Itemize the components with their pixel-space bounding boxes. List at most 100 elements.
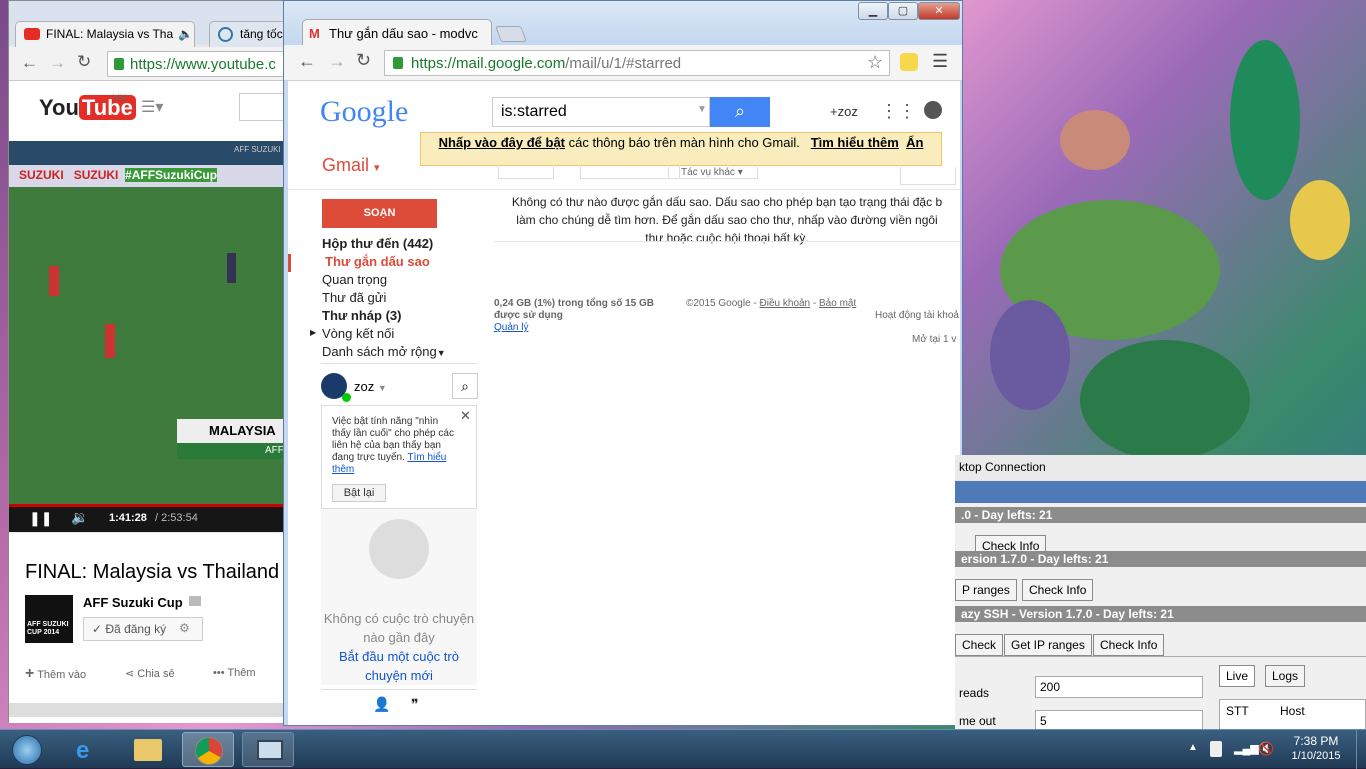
- check-tab[interactable]: Check: [955, 634, 1004, 656]
- logs-tab[interactable]: Logs: [1265, 665, 1306, 687]
- ssh-tool-window[interactable]: ktop Connection .0 - Day lefts: 21 Check…: [955, 455, 1366, 730]
- new-tab-button[interactable]: [495, 26, 527, 42]
- start-button[interactable]: [0, 732, 54, 767]
- footer-links: ©2015 Google - Điều khoản - Bảo mật: [686, 298, 857, 309]
- forward-icon[interactable]: →: [49, 53, 66, 73]
- check-info-tab[interactable]: Check Info: [1022, 579, 1094, 601]
- title-bar: [955, 481, 1366, 503]
- version-bar: ersion 1.7.0 - Day lefts: 21: [955, 551, 1366, 567]
- star-bookmark-icon[interactable]: ☆: [867, 52, 883, 73]
- quote-icon[interactable]: ❞: [411, 696, 419, 713]
- column-header[interactable]: STT: [1226, 704, 1249, 718]
- show-hidden-icons[interactable]: ▲: [1188, 742, 1198, 753]
- clock-date[interactable]: 1/10/2015: [1284, 750, 1348, 762]
- notifications-bell-icon[interactable]: [924, 101, 942, 119]
- reload-icon[interactable]: ↻: [356, 50, 371, 71]
- hide-link[interactable]: Ẩn: [906, 135, 923, 150]
- nav-more[interactable]: Danh sách mở rộng▼: [288, 344, 488, 362]
- taskbar-chrome[interactable]: [182, 732, 234, 767]
- settings-icon[interactable]: ⚙: [179, 621, 190, 635]
- taskbar-explorer[interactable]: [122, 732, 174, 767]
- nav-important[interactable]: Quan trọng: [288, 272, 488, 290]
- more-button[interactable]: ••• Thêm: [213, 667, 256, 679]
- clock-time[interactable]: 7:38 PM: [1290, 734, 1342, 748]
- url-domain: https://mail.google.com: [411, 55, 566, 72]
- more-actions-button[interactable]: Tác vụ khác ▾: [668, 167, 758, 179]
- enable-again-button[interactable]: Bật lại: [332, 484, 386, 502]
- extension-icon[interactable]: [900, 53, 918, 71]
- volume-muted-icon[interactable]: 🔇: [1258, 741, 1274, 757]
- horizontal-scrollbar[interactable]: [9, 703, 309, 717]
- forward-icon[interactable]: →: [328, 51, 346, 72]
- pause-icon[interactable]: ❚❚: [29, 510, 52, 527]
- ip-ranges-tab[interactable]: P ranges: [955, 579, 1017, 601]
- nav-circles[interactable]: ▶ Vòng kết nối: [288, 326, 488, 344]
- maximize-button[interactable]: ▢: [888, 2, 918, 20]
- tab-gmail[interactable]: M Thư gắn dấu sao - modvc: [302, 19, 492, 46]
- chrome-icon: [195, 737, 223, 765]
- reload-icon[interactable]: ↻: [77, 52, 91, 72]
- live-tab[interactable]: Live: [1219, 665, 1256, 687]
- search-button[interactable]: ⌕: [710, 97, 770, 127]
- hangouts-search-button[interactable]: ⌕: [452, 373, 478, 399]
- timeout-input[interactable]: 5: [1035, 710, 1203, 730]
- progress-bar[interactable]: [9, 504, 309, 507]
- video-player[interactable]: SUZUKI SUZUKI #AFFSuzukiCup AFF SUZUKI C…: [9, 141, 309, 531]
- total-time: / 2:53:54: [155, 512, 198, 524]
- refresh-button[interactable]: [580, 165, 680, 179]
- manage-storage-link[interactable]: Quản lý: [494, 322, 528, 333]
- get-ip-ranges-tab[interactable]: Get IP ranges: [1004, 634, 1092, 656]
- minimize-button[interactable]: ▁: [858, 2, 888, 20]
- close-button[interactable]: ✕: [918, 2, 960, 20]
- threads-input[interactable]: 200: [1035, 676, 1203, 698]
- usb-icon[interactable]: [1210, 741, 1222, 757]
- folder-icon: [134, 739, 162, 761]
- menu-icon[interactable]: ☰: [932, 51, 948, 72]
- gmail-app-switcher[interactable]: Gmail ▾: [322, 155, 380, 176]
- address-bar[interactable]: https://mail.google.com/mail/u/1/#starre…: [384, 50, 890, 76]
- wallpaper-creature: [1230, 40, 1300, 200]
- network-icon[interactable]: ▂▄▆: [1234, 742, 1259, 755]
- show-desktop-button[interactable]: [1356, 730, 1366, 769]
- learn-more-link[interactable]: Tìm hiểu thêm: [811, 135, 899, 150]
- nav-inbox[interactable]: Hộp thư đến (442): [288, 236, 488, 254]
- terms-link[interactable]: Điều khoản: [760, 298, 811, 309]
- youtube-browser-window[interactable]: FINAL: Malaysia vs Tha 🔈 tăng tốc ← → ↻ …: [8, 0, 317, 723]
- share-button[interactable]: ⋖ Chia sẻ: [125, 667, 175, 680]
- tab-title: Thư gắn dấu sao - modvc: [329, 26, 478, 41]
- taskbar-remote-desktop[interactable]: [242, 732, 294, 767]
- enable-notifications-link[interactable]: Nhấp vào đây để bật: [439, 135, 565, 150]
- nav-drafts[interactable]: Thư nháp (3): [288, 308, 488, 326]
- gmail-browser-window[interactable]: M Thư gắn dấu sao - modvc ▁ ▢ ✕ ← → ↻ ht…: [283, 0, 963, 726]
- hangouts-user-menu[interactable]: zoz ▼: [354, 379, 387, 394]
- back-icon[interactable]: ←: [298, 51, 316, 72]
- compose-button[interactable]: SOẠN: [322, 199, 437, 228]
- column-header[interactable]: Host: [1280, 704, 1305, 718]
- check-info-tab[interactable]: Check Info: [1093, 634, 1165, 656]
- tab-youtube[interactable]: FINAL: Malaysia vs Tha 🔈: [15, 21, 195, 47]
- person-icon[interactable]: 👤: [373, 696, 390, 713]
- player-figure: [227, 253, 236, 283]
- volume-icon[interactable]: 🔉: [71, 509, 88, 526]
- player-figure: [49, 266, 59, 296]
- url-path: /mail/u/1/#starred: [565, 55, 682, 72]
- select-checkbox-button[interactable]: [498, 165, 554, 179]
- start-chat-link[interactable]: Bắt đầu một cuộc trò chuyện mới: [321, 647, 477, 685]
- google-logo[interactable]: Google: [320, 95, 408, 129]
- settings-button[interactable]: [900, 167, 956, 185]
- youtube-header: You Tube VN ☰▾: [9, 81, 309, 141]
- taskbar-ie[interactable]: e: [62, 732, 114, 767]
- close-icon[interactable]: ✕: [460, 409, 471, 422]
- channel-name[interactable]: AFF Suzuki Cup: [83, 595, 183, 610]
- privacy-link[interactable]: Bảo mật: [819, 298, 856, 309]
- plus-user-link[interactable]: +zoz: [830, 104, 858, 119]
- menu-icon[interactable]: ☰▾: [141, 97, 163, 117]
- search-input[interactable]: is:starred ▼: [492, 97, 710, 127]
- channel-avatar[interactable]: AFF SUZUKI CUP 2014: [25, 595, 73, 643]
- search-icon: ⌕: [461, 378, 469, 394]
- nav-sent[interactable]: Thư đã gửi: [288, 290, 488, 308]
- apps-grid-icon[interactable]: ⋮⋮: [880, 101, 916, 122]
- nav-starred[interactable]: Thư gắn dấu sao: [288, 254, 488, 272]
- back-icon[interactable]: ←: [21, 53, 38, 73]
- add-to-button[interactable]: + Thêm vào: [25, 665, 86, 683]
